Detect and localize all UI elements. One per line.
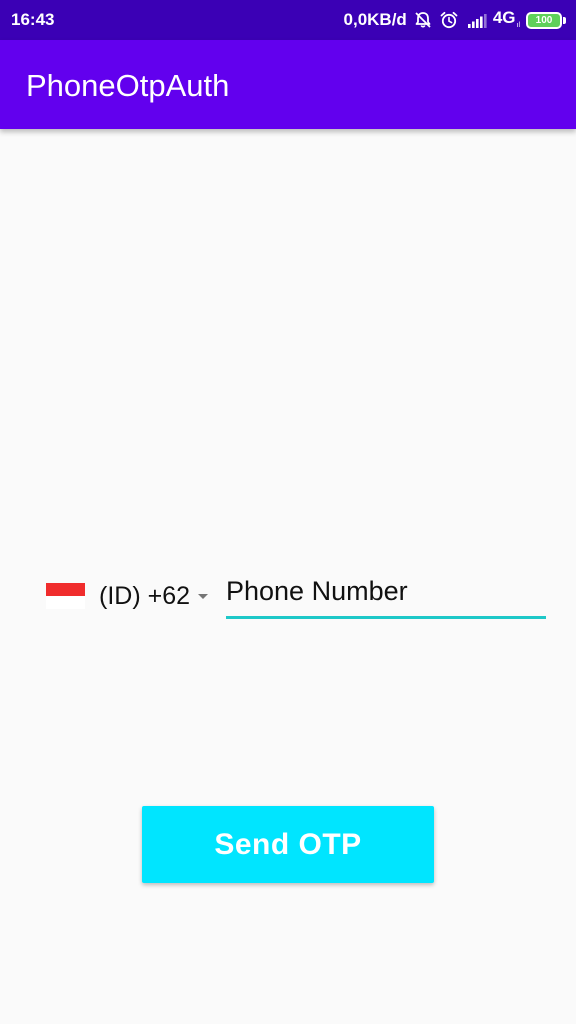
app-title: PhoneOtpAuth (26, 68, 230, 103)
dropdown-arrow-icon (198, 593, 209, 599)
send-otp-button[interactable]: Send OTP (142, 806, 434, 883)
battery-level: 100 (535, 14, 553, 26)
flag-white-stripe (46, 596, 85, 609)
net-speed: 0,0KB/d (343, 10, 407, 29)
phone-input-container (226, 570, 546, 619)
phone-entry-row: (ID) +62 (0, 570, 576, 620)
app-bar: PhoneOtpAuth (0, 40, 576, 129)
mute-icon (413, 10, 433, 30)
status-icons: 0,0KB/d 4Gıl 100 (344, 8, 566, 32)
signal-icon (467, 11, 489, 29)
battery-body: 100 (526, 11, 562, 29)
country-code-label: (ID) +62 (99, 582, 191, 610)
network-type: 4Gıl (493, 6, 520, 34)
country-code-picker[interactable]: (ID) +62 (46, 576, 209, 616)
status-bar: 16:43 0,0KB/d 4Gıl 100 (0, 0, 576, 40)
indonesia-flag-icon (46, 583, 85, 609)
alarm-icon (439, 10, 459, 30)
phone-number-input[interactable] (226, 570, 546, 612)
flag-red-stripe (46, 583, 85, 596)
network-type-label: 4G (492, 8, 516, 27)
battery-icon: 100 (520, 11, 566, 29)
status-time: 16:43 (11, 10, 55, 29)
battery-tip (563, 16, 566, 24)
network-activity: ıl (516, 22, 521, 29)
